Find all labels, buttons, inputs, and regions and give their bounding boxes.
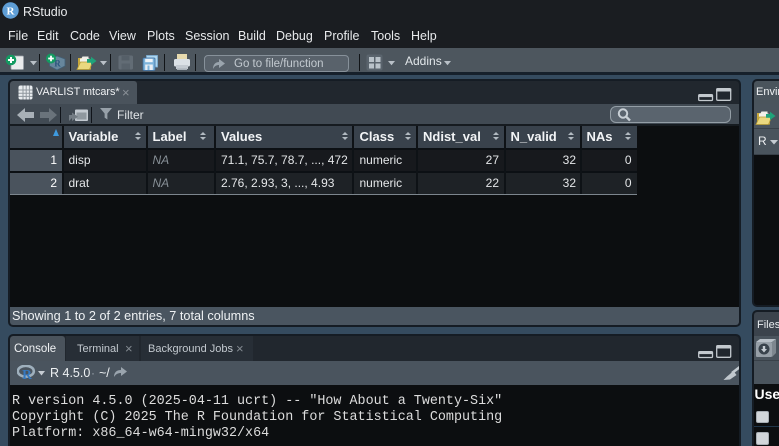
- svg-text:R: R: [22, 367, 32, 381]
- svg-text:R: R: [7, 6, 16, 18]
